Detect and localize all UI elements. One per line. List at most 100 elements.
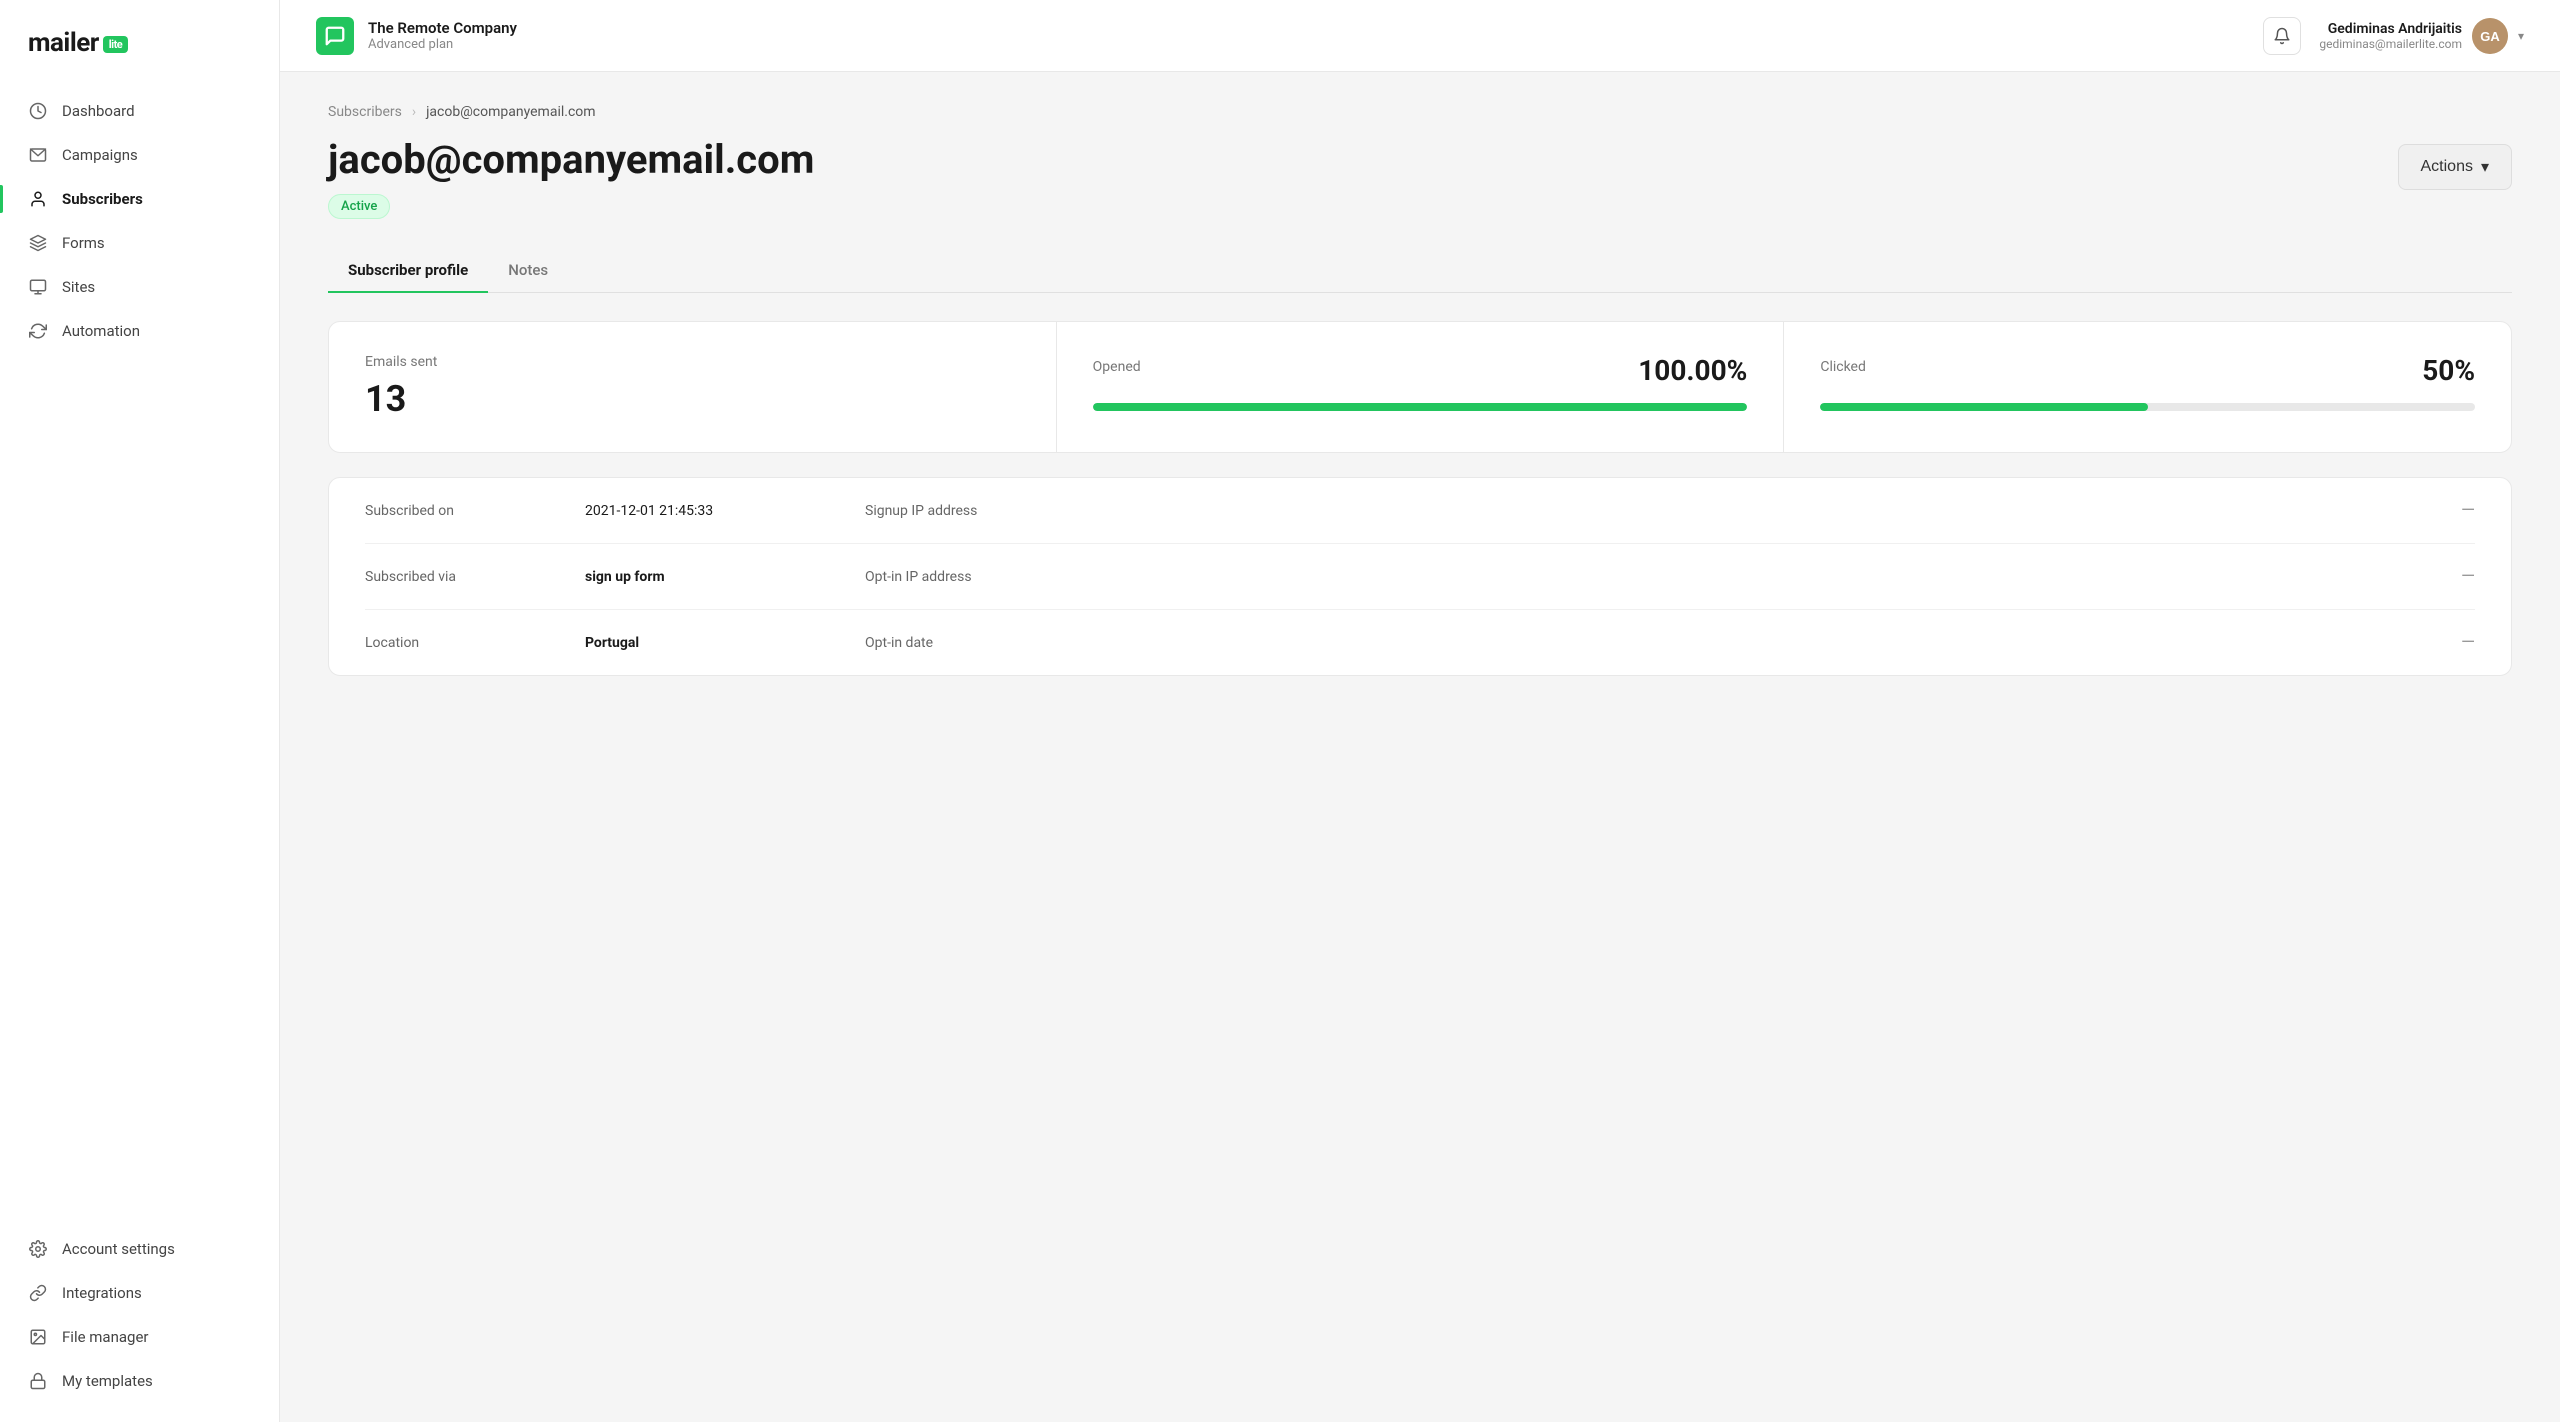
page-content: Subscribers › jacob@companyemail.com jac… <box>280 72 2560 1422</box>
tab-notes[interactable]: Notes <box>488 247 568 293</box>
refresh-icon <box>28 321 48 341</box>
tab-subscriber-profile[interactable]: Subscriber profile <box>328 247 488 293</box>
company-name: The Remote Company <box>368 19 517 37</box>
breadcrumb-parent[interactable]: Subscribers <box>328 104 402 120</box>
sidebar-item-automation[interactable]: Automation <box>12 310 267 352</box>
subscribed-on-label: Subscribed on <box>365 503 585 519</box>
subscribed-on-value: 2021-12-01 21:45:33 <box>585 503 865 519</box>
user-area[interactable]: Gediminas Andrijaitis gediminas@mailerli… <box>2319 18 2524 54</box>
nav-items: Dashboard Campaigns Subscribers Forms <box>0 90 279 1228</box>
actions-chevron-icon: ▾ <box>2481 157 2489 177</box>
stats-card: Emails sent 13 Opened 100.00% Clicked 50… <box>328 321 2512 453</box>
sidebar-item-account-settings[interactable]: Account settings <box>12 1228 267 1270</box>
image-icon <box>28 1327 48 1347</box>
sidebar-item-label: Forms <box>62 234 105 252</box>
location-label: Location <box>365 635 585 651</box>
location-value: Portugal <box>585 635 865 651</box>
avatar: GA <box>2472 18 2508 54</box>
topbar-right: Gediminas Andrijaitis gediminas@mailerli… <box>2263 17 2524 55</box>
company-icon <box>316 17 354 55</box>
clicked-percent: 50% <box>2422 354 2475 387</box>
nav-divider <box>12 354 267 374</box>
layers-icon <box>28 233 48 253</box>
opened-progress-bar <box>1093 403 1748 411</box>
signup-ip-value: — <box>1085 500 2475 521</box>
chevron-down-icon: ▾ <box>2518 29 2524 43</box>
bottom-nav: Account settings Integrations File manag… <box>0 1228 279 1402</box>
logo-wordmark: mailer <box>28 28 99 58</box>
info-row-subscribed-via: Subscribed via sign up form Opt-in IP ad… <box>365 544 2475 610</box>
stat-opened-header: Opened 100.00% <box>1093 354 1748 387</box>
sidebar: mailerlite Dashboard Campaigns Subscribe… <box>0 0 280 1422</box>
actions-button[interactable]: Actions ▾ <box>2398 144 2513 190</box>
sidebar-item-label: My templates <box>62 1372 153 1390</box>
user-email: gediminas@mailerlite.com <box>2319 37 2462 51</box>
sidebar-item-label: Campaigns <box>62 146 138 164</box>
company-info: The Remote Company Advanced plan <box>368 19 517 52</box>
mail-icon <box>28 145 48 165</box>
sidebar-item-my-templates[interactable]: My templates <box>12 1360 267 1402</box>
topbar-left: The Remote Company Advanced plan <box>316 17 517 55</box>
sidebar-item-label: Automation <box>62 322 140 340</box>
logo-badge: lite <box>103 36 129 53</box>
clock-icon <box>28 101 48 121</box>
main-content: The Remote Company Advanced plan Gedimin… <box>280 0 2560 1422</box>
sidebar-item-subscribers[interactable]: Subscribers <box>12 178 267 220</box>
nav-spacer <box>12 376 267 396</box>
info-row-subscribed-on: Subscribed on 2021-12-01 21:45:33 Signup… <box>365 478 2475 544</box>
tab-label: Notes <box>508 261 548 279</box>
clicked-label: Clicked <box>1820 359 1866 375</box>
optin-ip-label: Opt-in IP address <box>865 569 1085 585</box>
lock-icon <box>28 1371 48 1391</box>
opened-label: Opened <box>1093 359 1141 375</box>
opened-percent: 100.00% <box>1638 354 1747 387</box>
stat-emails-sent: Emails sent 13 <box>329 322 1057 452</box>
logo-area: mailerlite <box>0 28 279 90</box>
notification-bell-button[interactable] <box>2263 17 2301 55</box>
page-title: jacob@companyemail.com <box>328 138 814 182</box>
sidebar-item-label: Account settings <box>62 1240 175 1258</box>
optin-date-value: — <box>1085 632 2475 653</box>
sidebar-item-campaigns[interactable]: Campaigns <box>12 134 267 176</box>
user-name: Gediminas Andrijaitis <box>2319 21 2462 37</box>
sidebar-item-label: Integrations <box>62 1284 142 1302</box>
bell-icon <box>2273 27 2291 45</box>
logo-text: mailerlite <box>28 28 128 58</box>
clicked-progress-fill <box>1820 403 2147 411</box>
breadcrumb-current: jacob@companyemail.com <box>426 104 595 120</box>
stat-opened: Opened 100.00% <box>1057 322 1785 452</box>
browser-icon <box>28 277 48 297</box>
optin-ip-value: — <box>1085 566 2475 587</box>
page-title-area: jacob@companyemail.com Active <box>328 138 814 219</box>
sidebar-item-file-manager[interactable]: File manager <box>12 1316 267 1358</box>
sidebar-item-forms[interactable]: Forms <box>12 222 267 264</box>
subscribed-via-value: sign up form <box>585 569 865 585</box>
user-info: Gediminas Andrijaitis gediminas@mailerli… <box>2319 21 2462 51</box>
actions-label: Actions <box>2421 158 2473 176</box>
sidebar-item-integrations[interactable]: Integrations <box>12 1272 267 1314</box>
emails-sent-value: 13 <box>365 378 1020 420</box>
topbar: The Remote Company Advanced plan Gedimin… <box>280 0 2560 72</box>
sidebar-item-label: File manager <box>62 1328 148 1346</box>
stat-clicked-header: Clicked 50% <box>1820 354 2475 387</box>
signup-ip-label: Signup IP address <box>865 503 1085 519</box>
tabs: Subscriber profile Notes <box>328 247 2512 293</box>
clicked-progress-bar <box>1820 403 2475 411</box>
opened-progress-fill <box>1093 403 1748 411</box>
sidebar-item-sites[interactable]: Sites <box>12 266 267 308</box>
sidebar-item-label: Subscribers <box>62 190 143 208</box>
page-header: jacob@companyemail.com Active Actions ▾ <box>328 138 2512 219</box>
info-card: Subscribed on 2021-12-01 21:45:33 Signup… <box>328 477 2512 676</box>
avatar-image: GA <box>2472 18 2508 54</box>
subscribed-via-label: Subscribed via <box>365 569 585 585</box>
sidebar-item-label: Dashboard <box>62 102 135 120</box>
info-row-location: Location Portugal Opt-in date — <box>365 610 2475 675</box>
person-icon <box>28 189 48 209</box>
sidebar-item-dashboard[interactable]: Dashboard <box>12 90 267 132</box>
stat-clicked: Clicked 50% <box>1784 322 2511 452</box>
sidebar-item-label: Sites <box>62 278 95 296</box>
breadcrumb-separator: › <box>412 104 416 120</box>
company-plan: Advanced plan <box>368 37 517 52</box>
emails-sent-label: Emails sent <box>365 354 1020 370</box>
status-badge: Active <box>328 194 390 219</box>
